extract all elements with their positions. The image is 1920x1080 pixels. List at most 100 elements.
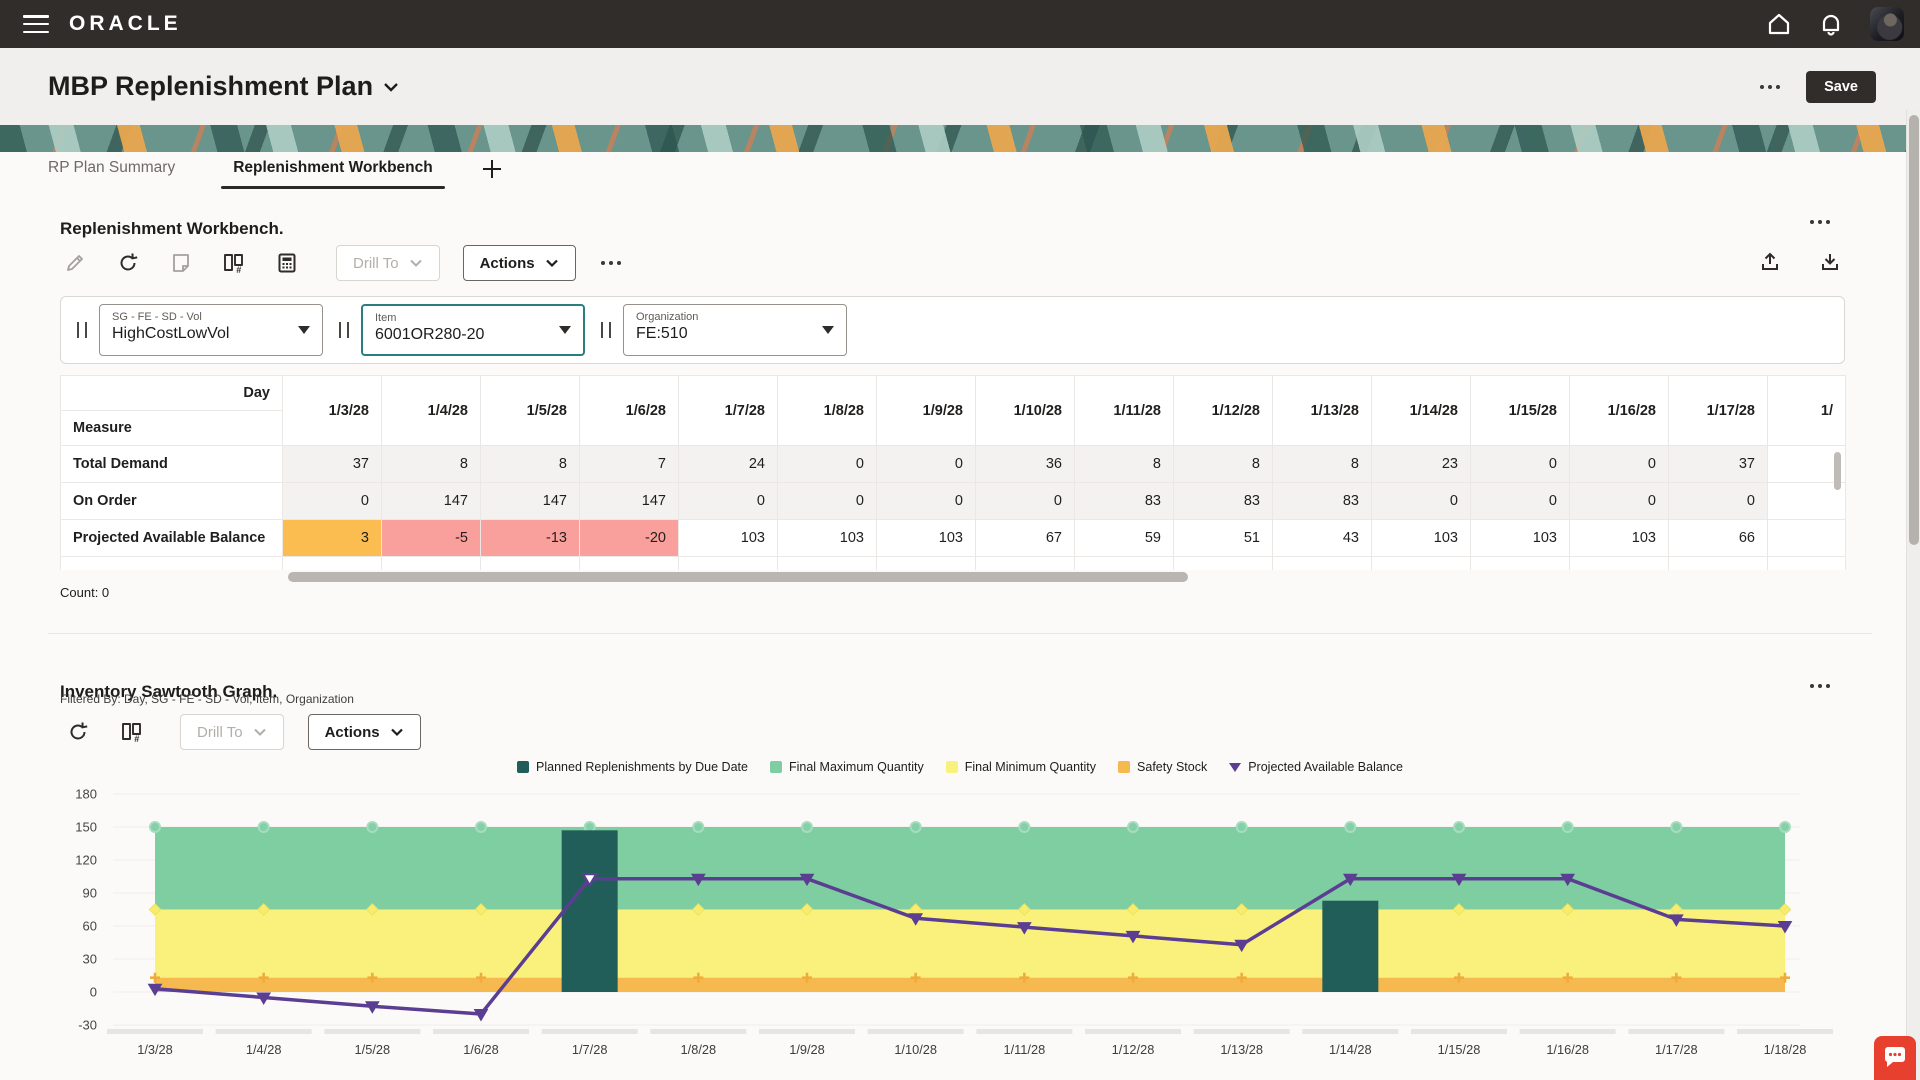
table-cell[interactable]: 0 [778,446,877,483]
table-cell[interactable]: 0 [1471,446,1570,483]
table-cell[interactable]: -5 [382,520,481,557]
measure-table: Day1/3/281/4/281/5/281/6/281/7/281/8/281… [60,375,1846,570]
table-vertical-scrollbar[interactable] [1834,452,1841,490]
upload-icon[interactable] [1758,250,1782,274]
table-cell[interactable]: 103 [1372,520,1471,557]
measure-catalog-icon[interactable]: # [222,251,246,275]
page-scrollbar-thumb[interactable] [1909,115,1919,545]
count-label: Count: 0 [60,585,109,600]
calculator-icon[interactable] [275,251,299,275]
legend-item[interactable]: Projected Available Balance [1229,760,1403,774]
page-title[interactable]: MBP Replenishment Plan [48,71,399,102]
table-cell[interactable]: 36 [976,446,1075,483]
table-corner-measure: Measure [61,411,283,446]
table-cell[interactable]: 37 [283,446,382,483]
notifications-bell-icon[interactable] [1818,11,1844,37]
table-cell[interactable]: 0 [1471,483,1570,520]
table-cell[interactable]: 0 [877,483,976,520]
graph-actions-button[interactable]: Actions [308,714,421,750]
svg-text:1/3/28: 1/3/28 [137,1042,173,1057]
table-cell[interactable]: 0 [778,483,877,520]
feedback-chat-button[interactable] [1874,1036,1916,1080]
table-cell[interactable]: 8 [481,446,580,483]
table-cell[interactable]: 8 [1174,446,1273,483]
table-cell[interactable]: 103 [1570,520,1669,557]
inventory-sawtooth-chart[interactable]: 1801501209060300-301/3/281/4/281/5/281/6… [55,786,1845,1076]
table-cell[interactable]: 37 [1669,446,1768,483]
table-cell[interactable]: 103 [1471,520,1570,557]
table-cell[interactable]: 59 [1075,520,1174,557]
table-cell[interactable]: 43 [1273,520,1372,557]
drill-to-button[interactable]: Drill To [336,245,440,281]
table-cell-partial [1768,520,1846,557]
legend-item[interactable]: Safety Stock [1118,760,1207,774]
table-cell[interactable]: 83 [1273,483,1372,520]
table-cell[interactable]: 24 [679,446,778,483]
table-cell[interactable]: 0 [283,483,382,520]
legend-item[interactable]: Final Minimum Quantity [946,760,1096,774]
legend-item[interactable]: Final Maximum Quantity [770,760,924,774]
table-cell[interactable]: 83 [1075,483,1174,520]
table-date-header: 1/13/28 [1273,376,1372,446]
page-overflow-menu[interactable] [1760,85,1780,89]
drag-handle-icon[interactable] [601,322,611,338]
table-cell[interactable]: 83 [1174,483,1273,520]
drag-handle-icon[interactable] [339,322,349,338]
table-cell[interactable]: 103 [877,520,976,557]
drag-handle-icon[interactable] [77,322,87,338]
table-cell[interactable]: 0 [976,483,1075,520]
table-cell[interactable]: 147 [481,483,580,520]
table-cell[interactable]: 147 [580,483,679,520]
toolbar-overflow-menu[interactable] [601,261,621,265]
download-icon[interactable] [1818,250,1842,274]
chevron-down-icon [559,326,571,334]
table-cell[interactable]: 8 [1273,446,1372,483]
table-cell[interactable]: 0 [1570,483,1669,520]
edit-pencil-icon[interactable] [63,251,87,275]
table-horizontal-scrollbar-thumb[interactable] [288,572,1188,582]
table-cell[interactable]: 147 [382,483,481,520]
actions-button[interactable]: Actions [463,245,576,281]
table-cell[interactable]: 0 [877,446,976,483]
legend-swatch-icon [1118,761,1130,773]
table-cell[interactable]: 7 [580,446,679,483]
workbench-overflow-menu[interactable] [1810,220,1830,224]
table-cell[interactable]: -13 [481,520,580,557]
row-label: Total Demand [61,446,283,483]
user-avatar[interactable] [1870,7,1904,41]
tab-rp-plan-summary[interactable]: RP Plan Summary [48,159,175,189]
table-cell[interactable]: 0 [1669,483,1768,520]
graph-drill-to-button[interactable]: Drill To [180,714,284,750]
home-icon[interactable] [1766,11,1792,37]
table-cell[interactable]: 3 [283,520,382,557]
table-cell[interactable]: 8 [1075,446,1174,483]
add-tab-button[interactable] [481,158,503,190]
workbench-toolbar: # Drill To Actions [63,245,621,281]
filter-segment-group[interactable]: SG - FE - SD - Vol HighCostLowVol [99,304,323,356]
filter-organization[interactable]: Organization FE:510 [623,304,847,356]
refresh-icon[interactable] [116,251,140,275]
decorative-banner [0,125,1920,152]
table-cell[interactable]: 0 [679,483,778,520]
table-cell[interactable]: 67 [976,520,1075,557]
tab-replenishment-workbench[interactable]: Replenishment Workbench [233,159,433,189]
page-scrollbar[interactable] [1906,110,1920,1080]
table-cell[interactable]: -20 [580,520,679,557]
table-date-header: 1/10/28 [976,376,1075,446]
graph-overflow-menu[interactable] [1810,684,1830,688]
table-cell[interactable]: 66 [1669,520,1768,557]
table-cell[interactable]: 103 [679,520,778,557]
table-cell[interactable]: 23 [1372,446,1471,483]
refresh-icon[interactable] [66,720,90,744]
hamburger-menu-icon[interactable] [23,15,49,33]
table-cell[interactable]: 0 [1570,446,1669,483]
legend-item[interactable]: Planned Replenishments by Due Date [517,760,748,774]
save-button[interactable]: Save [1806,71,1876,103]
note-icon[interactable] [169,251,193,275]
table-cell[interactable]: 103 [778,520,877,557]
table-cell[interactable]: 0 [1372,483,1471,520]
measure-catalog-icon[interactable]: # [120,720,144,744]
filter-item[interactable]: Item 6001OR280-20 [361,304,585,356]
table-cell[interactable]: 8 [382,446,481,483]
table-cell[interactable]: 51 [1174,520,1273,557]
